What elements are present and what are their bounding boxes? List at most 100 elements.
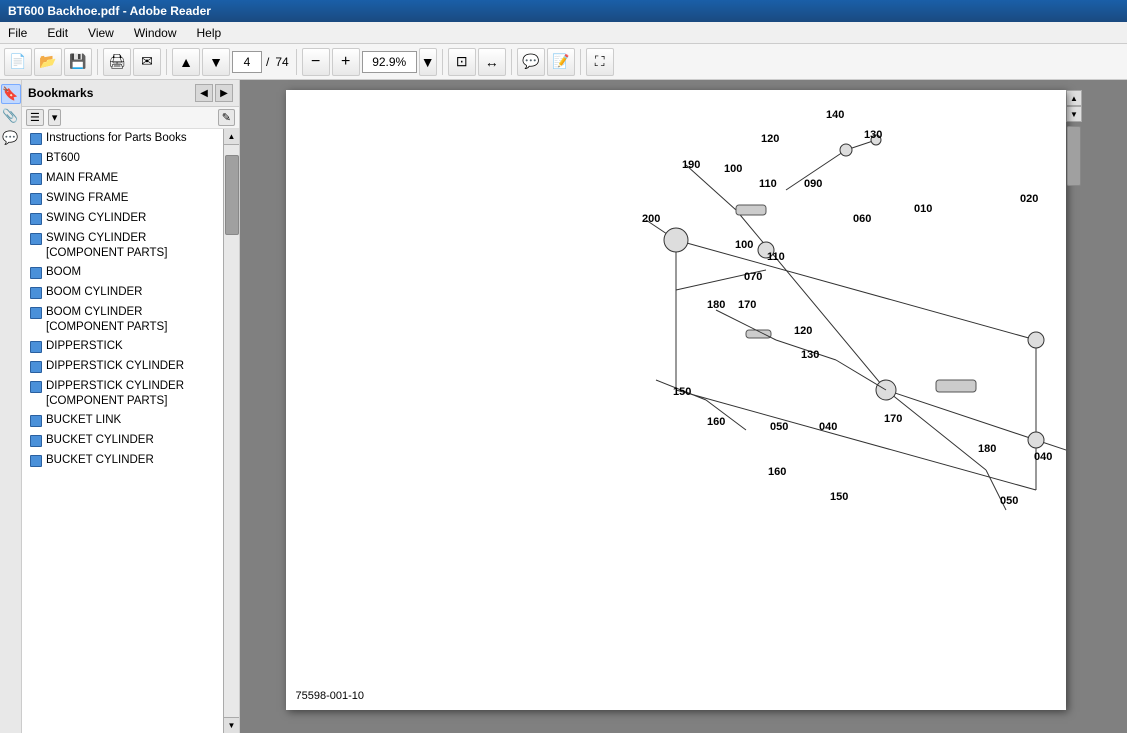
right-scrollbar[interactable]: ▲ ▼ xyxy=(1066,90,1082,122)
menu-window[interactable]: Window xyxy=(130,24,181,42)
bookmarks-header-buttons: ◀ ▶ xyxy=(195,84,233,102)
bookmark-text: BUCKET LINK xyxy=(46,413,219,428)
bookmark-icon xyxy=(30,415,42,427)
bookmark-item[interactable]: SWING FRAME xyxy=(22,189,223,209)
next-page-button[interactable]: ▼ xyxy=(202,48,230,76)
bookmark-item[interactable]: SWING CYLINDER [COMPONENT PARTS] xyxy=(22,229,223,263)
bm-menu-btn[interactable]: ☰ xyxy=(26,109,44,126)
bookmark-scrollbar[interactable]: ▲ ▼ xyxy=(223,129,239,733)
sep6 xyxy=(580,49,581,75)
bookmark-item[interactable]: BOOM CYLINDER xyxy=(22,283,223,303)
bookmark-item[interactable]: SWING CYLINDER xyxy=(22,209,223,229)
menu-file[interactable]: File xyxy=(4,24,31,42)
expand-button[interactable]: ▶ xyxy=(215,84,233,102)
title-bar: BT600 Backhoe.pdf - Adobe Reader xyxy=(0,0,1127,22)
bookmark-item[interactable]: DIPPERSTICK CYLINDER [COMPONENT PARTS] xyxy=(22,377,223,411)
svg-text:020: 020 xyxy=(1020,193,1038,205)
bookmark-icon xyxy=(30,361,42,373)
zoom-dropdown-button[interactable]: ▼ xyxy=(419,48,437,76)
open-button[interactable]: 📂 xyxy=(34,48,62,76)
bookmark-icon xyxy=(30,173,42,185)
bookmark-item[interactable]: BUCKET LINK xyxy=(22,411,223,431)
new-button[interactable]: 📄 xyxy=(4,48,32,76)
bookmark-item[interactable]: Instructions for Parts Books xyxy=(22,129,223,149)
svg-text:180: 180 xyxy=(978,443,996,455)
bookmark-text: DIPPERSTICK CYLINDER [COMPONENT PARTS] xyxy=(46,379,219,409)
bookmark-text: SWING CYLINDER [COMPONENT PARTS] xyxy=(46,231,219,261)
bookmark-text: BOOM CYLINDER [COMPONENT PARTS] xyxy=(46,305,219,335)
bookmark-item[interactable]: BOOM CYLINDER [COMPONENT PARTS] xyxy=(22,303,223,337)
save-button[interactable]: 💾 xyxy=(64,48,92,76)
menu-edit[interactable]: Edit xyxy=(43,24,72,42)
attachments-icon-btn[interactable]: 📎 xyxy=(1,106,21,126)
zoom-in-button[interactable]: + xyxy=(332,48,360,76)
svg-text:040: 040 xyxy=(819,421,837,433)
email-button[interactable]: ✉ xyxy=(133,48,161,76)
svg-text:130: 130 xyxy=(801,349,819,361)
page-nav: / 74 xyxy=(232,51,291,73)
svg-text:150: 150 xyxy=(830,491,848,503)
pdf-area: 140 130 120 190 100 110 090 200 060 010 … xyxy=(240,80,1127,733)
bookmark-icon xyxy=(30,287,42,299)
bookmark-item[interactable]: BUCKET CYLINDER xyxy=(22,451,223,471)
svg-text:160: 160 xyxy=(768,466,786,478)
bookmark-item[interactable]: BOOM xyxy=(22,263,223,283)
bookmark-text: SWING CYLINDER xyxy=(46,211,219,226)
page-input[interactable] xyxy=(232,51,262,73)
bookmark-text: BOOM CYLINDER xyxy=(46,285,219,300)
bookmark-icon xyxy=(30,133,42,145)
bookmarks-header: Bookmarks ◀ ▶ xyxy=(22,80,239,107)
fit-width-button[interactable]: ↔ xyxy=(478,48,506,76)
zoom-out-button[interactable]: − xyxy=(302,48,330,76)
sep1 xyxy=(97,49,98,75)
icon-bar: 🔖 📎 💬 xyxy=(0,80,22,733)
bookmark-item[interactable]: BUCKET CYLINDER xyxy=(22,431,223,451)
scroll-thumb[interactable] xyxy=(225,155,239,235)
svg-text:120: 120 xyxy=(794,325,812,337)
bookmark-item[interactable]: DIPPERSTICK xyxy=(22,337,223,357)
bm-options-btn[interactable]: ▾ xyxy=(48,109,62,126)
print-button[interactable]: 🖨 xyxy=(103,48,131,76)
comments-icon-btn[interactable]: 💬 xyxy=(1,128,21,148)
bookmark-text: BOOM xyxy=(46,265,219,280)
zoom-input[interactable] xyxy=(362,51,417,73)
menu-view[interactable]: View xyxy=(84,24,118,42)
bm-action-btn[interactable]: ✎ xyxy=(218,109,235,126)
scroll-right-down[interactable]: ▼ xyxy=(1066,106,1082,122)
scroll-right-up[interactable]: ▲ xyxy=(1066,90,1082,106)
svg-text:110: 110 xyxy=(759,178,777,190)
bookmarks-icon-btn[interactable]: 🔖 xyxy=(1,84,21,104)
comment-button[interactable]: 💬 xyxy=(517,48,545,76)
svg-text:040: 040 xyxy=(1034,451,1052,463)
prev-page-button[interactable]: ▲ xyxy=(172,48,200,76)
svg-text:120: 120 xyxy=(761,133,779,145)
bookmark-item[interactable]: MAIN FRAME xyxy=(22,169,223,189)
svg-text:070: 070 xyxy=(744,271,762,283)
fullscreen-button[interactable]: ⛶ xyxy=(586,48,614,76)
svg-text:160: 160 xyxy=(707,416,725,428)
fit-page-button[interactable]: ⊡ xyxy=(448,48,476,76)
scroll-down-arrow[interactable]: ▼ xyxy=(224,717,239,733)
bookmark-icon xyxy=(30,153,42,165)
bookmark-item[interactable]: DIPPERSTICK CYLINDER xyxy=(22,357,223,377)
bookmark-text: DIPPERSTICK CYLINDER xyxy=(46,359,219,374)
bookmark-text: BUCKET CYLINDER xyxy=(46,433,219,448)
bookmark-text: BT600 xyxy=(46,151,219,166)
page-separator: / xyxy=(264,55,271,69)
bookmark-text: BUCKET CYLINDER xyxy=(46,453,219,468)
collapse-button[interactable]: ◀ xyxy=(195,84,213,102)
main-area: 🔖 📎 💬 Bookmarks ◀ ▶ ☰ ▾ xyxy=(0,80,1127,733)
menu-help[interactable]: Help xyxy=(193,24,226,42)
bookmark-icon xyxy=(30,455,42,467)
scroll-right-thumb[interactable] xyxy=(1067,126,1081,186)
svg-text:110: 110 xyxy=(767,251,785,263)
markup-button[interactable]: 📝 xyxy=(547,48,575,76)
scroll-up-arrow[interactable]: ▲ xyxy=(224,129,239,145)
bookmark-icon xyxy=(30,213,42,225)
svg-text:140: 140 xyxy=(826,109,844,121)
menu-bar: File Edit View Window Help xyxy=(0,22,1127,44)
svg-text:170: 170 xyxy=(884,413,902,425)
sep2 xyxy=(166,49,167,75)
sep4 xyxy=(442,49,443,75)
bookmark-item[interactable]: BT600 xyxy=(22,149,223,169)
